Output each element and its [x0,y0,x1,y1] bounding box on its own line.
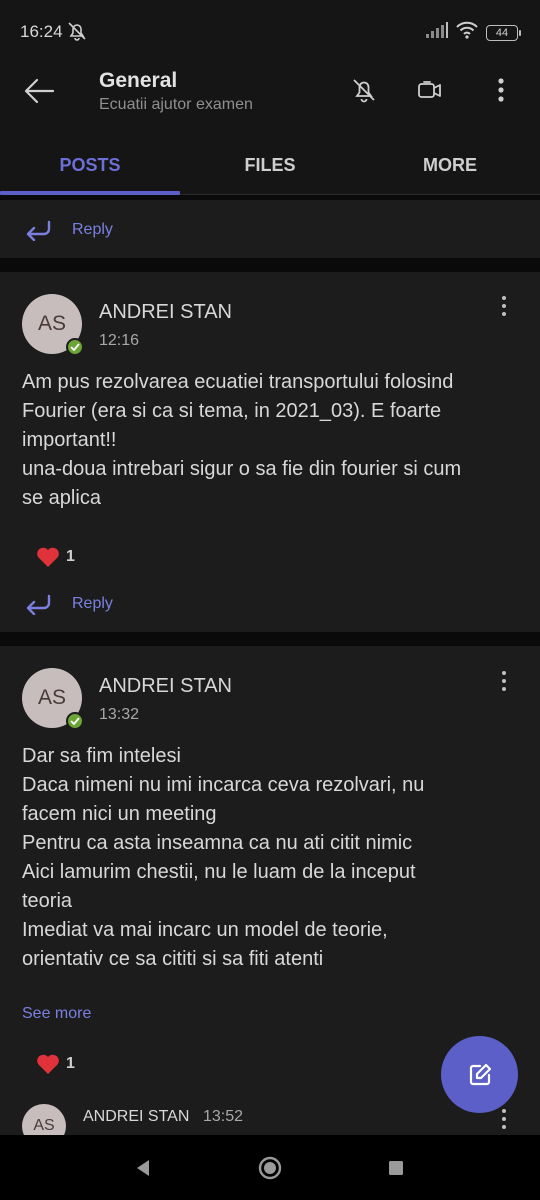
post-line: Pentru ca asta inseamna ca nu ati citit … [22,832,413,854]
square-recents-icon [389,1161,403,1175]
reply-label: Reply [72,595,113,612]
avatar-initials: AS [33,1117,55,1134]
heart-icon [37,547,59,567]
reaction-badge[interactable]: 1 [36,546,75,568]
avatar[interactable]: AS [22,668,84,730]
circle-home-icon [258,1156,282,1180]
post-line: se aplica [22,487,101,509]
presence-available-icon [66,338,84,356]
reply-time: 13:52 [203,1108,244,1125]
post-line: teoria [22,890,73,912]
new-post-button[interactable] [441,1036,518,1113]
wifi-icon [456,21,478,44]
tab-posts[interactable]: POSTS [0,135,180,195]
post-line: important!! [22,429,117,451]
app-header: General Ecuatii ajutor examen [0,60,540,135]
post-line: Dar sa fim intelesi [22,745,181,767]
reply-arrow-icon [26,220,51,241]
more-options-button[interactable] [483,72,519,108]
post-line: Aici lamurim chestii, nu le luam de la i… [22,861,416,883]
post-author[interactable]: ANDREI STAN [99,675,232,698]
post-line: orientativ ce sa cititi si sa fiti atent… [22,948,324,970]
post-options-button[interactable] [494,668,514,694]
reply-arrow-icon [26,594,51,615]
avatar-initials: AS [37,686,66,709]
post-body: Am pus rezolvarea ecuatiei transportului… [22,368,522,513]
status-time: 16:24 [20,22,63,41]
channel-tabs: POSTS FILES MORE [0,135,540,195]
post-author[interactable]: ANDREI STAN [99,301,232,324]
reply-author[interactable]: ANDREI STAN [83,1108,189,1126]
nav-back-button[interactable] [128,1155,158,1181]
post-body: Dar sa fim intelesi Daca nimeni nu imi i… [22,742,522,974]
post-line: Daca nimeni nu imi incarca ceva rezolvar… [22,774,425,796]
nav-home-button[interactable] [255,1155,285,1181]
post-line: una-doua intrebari sigur o sa fie din fo… [22,458,462,480]
heart-icon [37,1054,59,1074]
nav-recents-button[interactable] [381,1155,411,1181]
signal-icon [426,22,448,43]
presence-available-icon [66,712,84,730]
reaction-count: 1 [66,1055,75,1072]
muted-bell-icon [66,20,88,47]
post-line: Fourier (era si ca si tema, in 2021_03).… [22,400,442,422]
bell-off-icon [353,79,375,103]
back-arrow-icon [24,78,55,104]
reply-button[interactable]: Reply [24,593,113,615]
kebab-icon [498,78,504,102]
post-line: facem nici un meeting [22,803,217,825]
post-options-button[interactable] [494,293,514,319]
active-tab-indicator [0,191,180,195]
tab-files[interactable]: FILES [180,135,360,195]
triangle-back-icon [137,1160,149,1176]
reply-label: Reply [72,221,113,238]
post-line: Am pus rezolvarea ecuatiei transportului… [22,371,454,393]
compose-icon [469,1063,491,1085]
team-name: Ecuatii ajutor examen [99,96,253,113]
avatar[interactable]: AS [22,294,84,356]
battery-level: 44 [495,26,509,39]
channel-title: General [99,69,178,92]
meet-now-button[interactable] [412,72,448,108]
reaction-badge[interactable]: 1 [36,1053,75,1075]
back-button[interactable] [20,74,58,108]
system-navigation-bar [0,1135,540,1200]
notifications-off-button[interactable] [346,72,382,108]
status-indicators: 44 [426,21,521,44]
video-call-icon [418,81,441,98]
reply-button[interactable]: Reply [24,219,113,241]
avatar-initials: AS [37,312,66,335]
post-line: Imediat va mai incarc un model de teorie… [22,919,388,941]
post-time: 13:32 [99,706,140,723]
see-more-link[interactable]: See more [22,1005,91,1023]
post-card: AS ANDREI STAN 12:16 Am pus rezolvarea e… [0,272,540,632]
status-bar: 16:24 44 [0,0,540,60]
battery-icon: 44 [486,24,521,41]
previous-post-card: Reply [0,200,540,258]
reply-options-button[interactable] [494,1106,514,1132]
reaction-count: 1 [66,548,75,565]
post-time: 12:16 [99,332,140,349]
tab-more[interactable]: MORE [360,135,540,195]
